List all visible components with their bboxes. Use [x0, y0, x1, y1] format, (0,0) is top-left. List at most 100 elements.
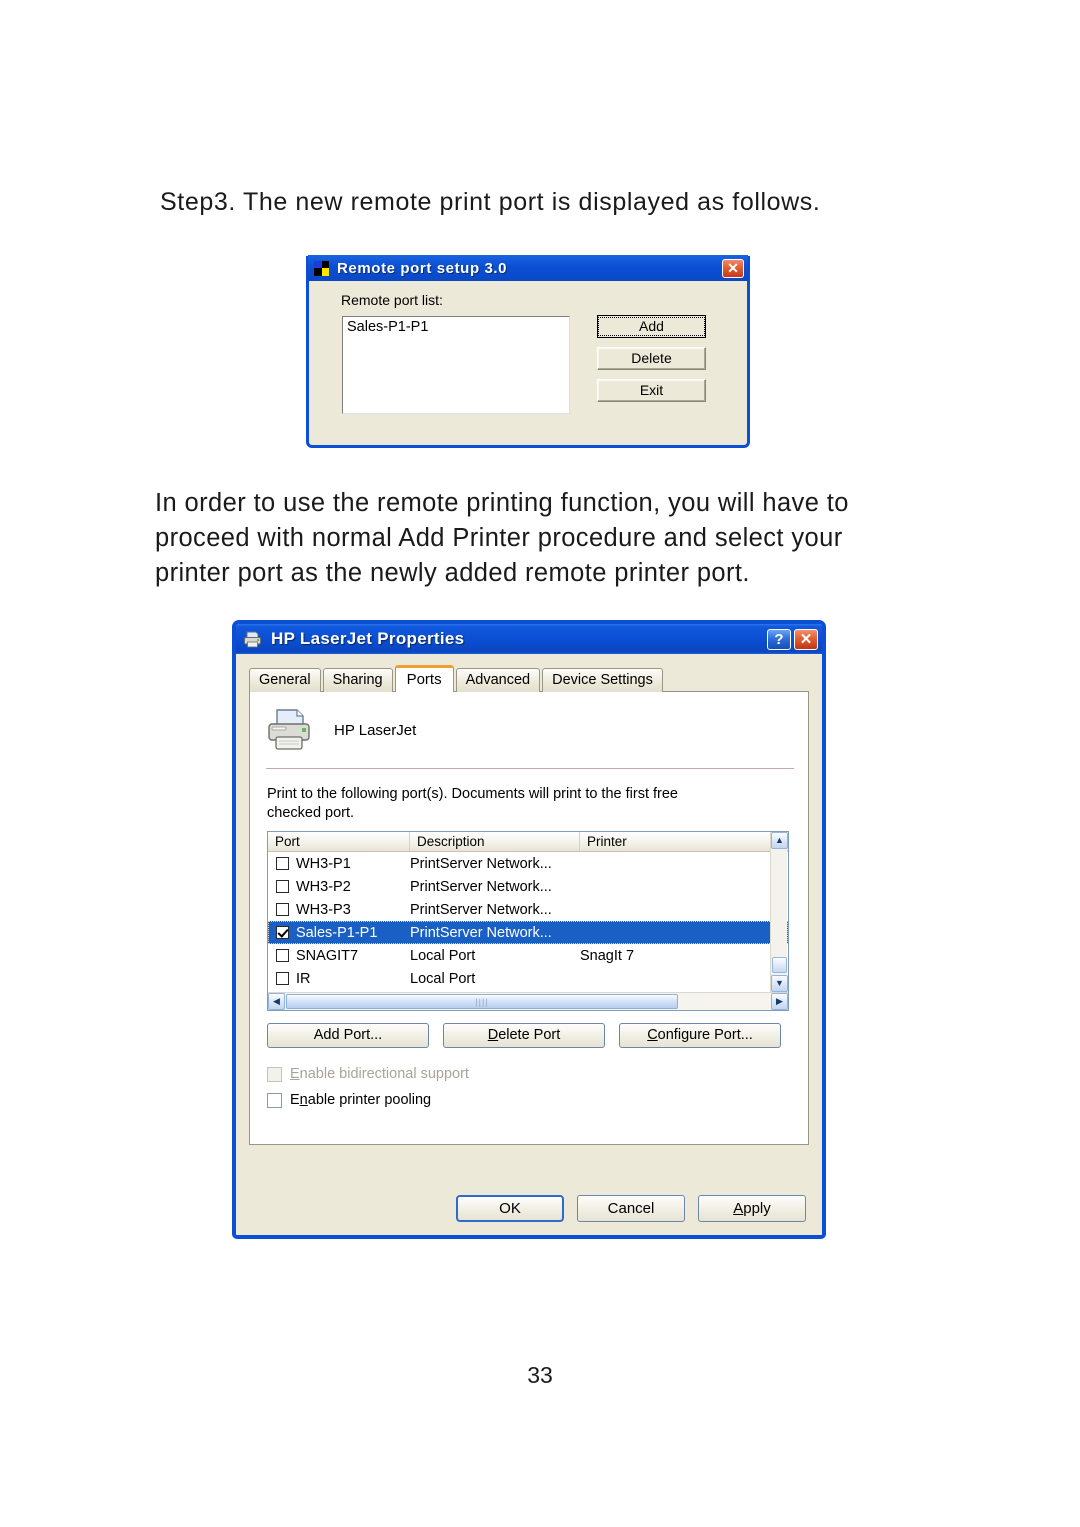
close-icon[interactable]: ✕	[722, 258, 744, 278]
table-row[interactable]: WH3-P1 PrintServer Network...	[268, 852, 788, 875]
pooling-accesskey: n	[299, 1092, 308, 1108]
ports-tab-page: HP LaserJet Print to the following port(…	[249, 691, 809, 1145]
remote-port-setup-title: Remote port setup 3.0	[337, 259, 508, 277]
enable-bidirectional-support-checkbox	[267, 1066, 282, 1082]
close-icon[interactable]: ✕	[794, 628, 818, 650]
printer-properties-window: HP LaserJet Properties ? ✕ General Shari…	[232, 620, 826, 1239]
vertical-scrollbar[interactable]: ▲ ▼	[770, 832, 788, 992]
table-row[interactable]: SNAGIT7 Local Port SnagIt 7	[268, 944, 788, 967]
add-port-button-label: Add Port...	[313, 1027, 383, 1043]
printer-properties-title: HP LaserJet Properties	[271, 629, 465, 648]
scroll-right-icon[interactable]: ▶	[771, 993, 788, 1010]
apply-button[interactable]: Apply	[698, 1195, 806, 1222]
exit-button[interactable]: Exit	[597, 379, 706, 402]
tab-ports[interactable]: Ports	[394, 665, 454, 692]
column-header-printer[interactable]: Printer	[580, 832, 750, 851]
printer-name-label: HP LaserJet	[334, 721, 417, 739]
scroll-left-icon[interactable]: ◀	[268, 993, 285, 1010]
delete-port-button-label: elete Port	[498, 1027, 561, 1043]
enable-printer-pooling-label: able printer pooling	[307, 1092, 432, 1108]
remote-port-button-column: Add Delete Exit	[597, 315, 706, 411]
divider	[266, 768, 794, 769]
remote-port-list-label: Remote port list:	[341, 292, 443, 308]
cell-printer: SnagIt 7	[580, 947, 635, 964]
vertical-scrollbar-thumb[interactable]	[772, 957, 787, 973]
configure-port-button[interactable]: Configure Port...	[619, 1023, 781, 1048]
cell-description: Local Port	[410, 947, 476, 964]
column-header-port[interactable]: Port	[268, 832, 410, 851]
remote-port-setup-body: Remote port list: Sales-P1-P1 Add Delete…	[309, 281, 747, 444]
table-row[interactable]: IR Local Port	[268, 967, 788, 990]
add-port-button[interactable]: Add Port...	[267, 1023, 429, 1048]
cell-description: Local Port	[410, 970, 476, 987]
row-checkbox[interactable]	[276, 880, 289, 893]
scroll-up-icon[interactable]: ▲	[771, 832, 788, 849]
dialog-footer-buttons: OK Cancel Apply	[456, 1195, 806, 1222]
port-action-buttons: Add Port... Delete Port Configure Port..…	[267, 1023, 781, 1048]
printer-icon	[266, 708, 312, 752]
cell-port: SNAGIT7	[296, 947, 359, 964]
configure-port-accesskey: C	[647, 1027, 658, 1043]
row-checkbox[interactable]	[276, 949, 289, 962]
enable-printer-pooling-checkbox[interactable]	[267, 1092, 282, 1108]
list-item[interactable]: Sales-P1-P1	[347, 319, 565, 335]
enable-printer-pooling-row[interactable]: En able printer pooling	[267, 1092, 431, 1108]
cell-port: WH3-P3	[296, 901, 351, 918]
cell-description: PrintServer Network...	[410, 924, 552, 941]
cell-port: WH3-P2	[296, 878, 351, 895]
tab-sharing[interactable]: Sharing	[322, 668, 393, 692]
cell-description: PrintServer Network...	[410, 901, 552, 918]
pooling-label-pre: E	[290, 1092, 300, 1108]
add-button-label: Add	[598, 317, 705, 336]
row-checkbox[interactable]	[276, 926, 289, 939]
ports-description: Print to the following port(s). Document…	[267, 785, 792, 823]
enable-bidirectional-support-row: Enable bidirectional support	[267, 1066, 469, 1082]
configure-port-button-label-post: ure Port...	[689, 1027, 753, 1043]
body-paragraph: In order to use the remote printing func…	[155, 489, 849, 587]
row-checkbox[interactable]	[276, 857, 289, 870]
delete-button[interactable]: Delete	[597, 347, 706, 370]
tab-device-settings[interactable]: Device Settings	[542, 668, 663, 692]
row-checkbox[interactable]	[276, 972, 289, 985]
bidirectional-accesskey: E	[290, 1066, 300, 1082]
printer-properties-titlebar[interactable]: HP LaserJet Properties ? ✕	[236, 624, 822, 654]
scroll-down-icon[interactable]: ▼	[771, 975, 788, 992]
tab-advanced[interactable]: Advanced	[455, 668, 541, 692]
horizontal-scrollbar[interactable]: ◀ |||| ▶	[268, 992, 788, 1010]
remote-port-listbox[interactable]: Sales-P1-P1	[342, 316, 570, 414]
printer-properties-content: General Sharing Ports Advanced Device Se…	[236, 654, 822, 1235]
printer-identity-row: HP LaserJet	[266, 708, 416, 752]
titlebar-buttons: ? ✕	[767, 628, 818, 650]
page-number: 33	[527, 1362, 553, 1388]
configure-port-button-label-end: g	[681, 1027, 690, 1043]
page-title: Step3. The new remote print port is disp…	[160, 188, 821, 216]
apply-button-label: pply	[743, 1199, 771, 1217]
add-button[interactable]: Add	[597, 315, 706, 338]
horizontal-scrollbar-thumb[interactable]: ||||	[286, 994, 678, 1009]
table-row[interactable]: WH3-P2 PrintServer Network...	[268, 875, 788, 898]
tab-general[interactable]: General	[249, 668, 321, 692]
help-icon[interactable]: ?	[767, 628, 791, 650]
table-row-selected[interactable]: Sales-P1-P1 PrintServer Network...	[268, 921, 788, 944]
apply-accesskey: A	[733, 1199, 744, 1217]
remote-port-setup-titlebar[interactable]: Remote port setup 3.0 ✕	[308, 255, 748, 281]
cell-description: PrintServer Network...	[410, 855, 552, 872]
port-listview-header: Port Description Printer	[268, 832, 788, 852]
port-listview[interactable]: Port Description Printer WH3-P1 PrintSer…	[267, 831, 789, 1011]
configure-port-button-label-mid: onfi	[657, 1027, 682, 1043]
delete-port-accesskey: D	[487, 1027, 499, 1043]
cell-description: PrintServer Network...	[410, 878, 552, 895]
app-squares-icon	[314, 260, 329, 276]
column-header-description[interactable]: Description	[410, 832, 580, 851]
cancel-button[interactable]: Cancel	[577, 1195, 685, 1222]
row-checkbox[interactable]	[276, 903, 289, 916]
ports-description-line2: checked port.	[267, 805, 355, 821]
port-listview-rows: WH3-P1 PrintServer Network... WH3-P2 Pri…	[268, 852, 788, 990]
remote-port-setup-window: Remote port setup 3.0 ✕ Remote port list…	[306, 255, 750, 448]
enable-bidirectional-support-label: nable bidirectional support	[299, 1066, 469, 1082]
printer-icon	[243, 631, 262, 648]
table-row[interactable]: WH3-P3 PrintServer Network...	[268, 898, 788, 921]
ok-button[interactable]: OK	[456, 1195, 564, 1222]
delete-port-button[interactable]: Delete Port	[443, 1023, 605, 1048]
cell-port: Sales-P1-P1	[296, 924, 378, 941]
